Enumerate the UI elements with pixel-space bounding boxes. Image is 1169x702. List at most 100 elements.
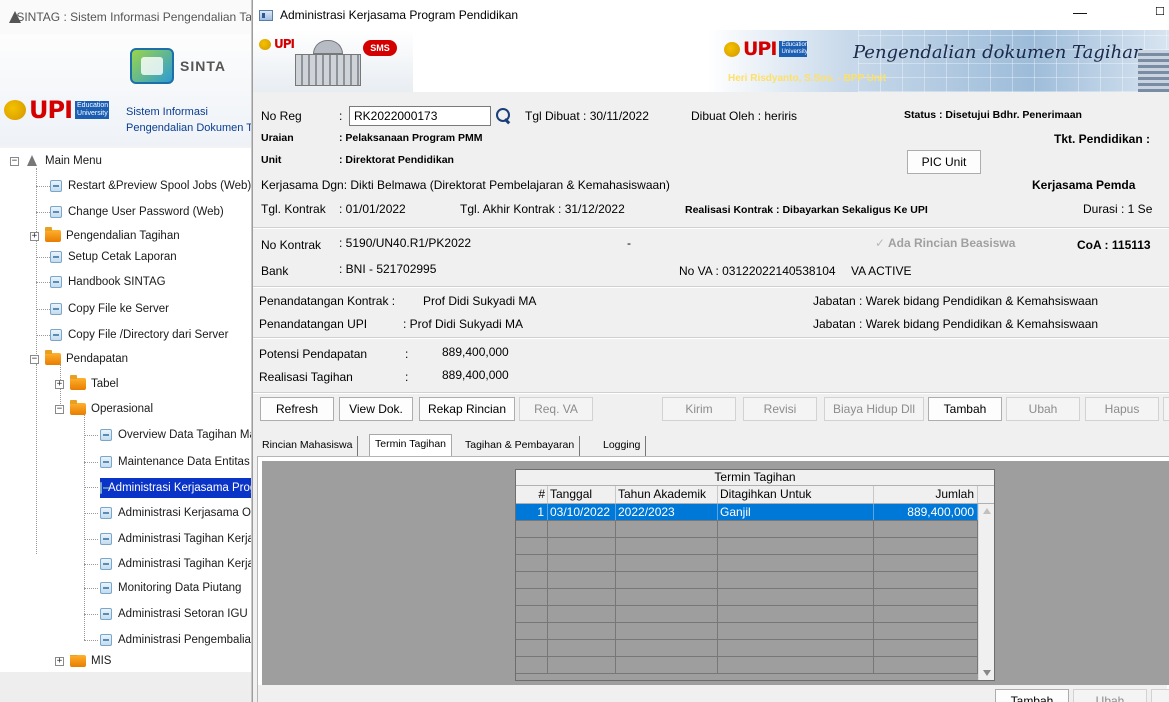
upi-logo-small: UPI [259,37,295,51]
scroll-down-icon[interactable] [983,670,991,676]
termin-grid[interactable]: Termin Tagihan # Tanggal Tahun Akademik … [515,469,995,681]
ada-rincian-checkbox[interactable]: ✓ Ada Rincian Beasiswa [875,236,1015,250]
tree-item-maintenance[interactable]: Maintenance Data Entitas Ke [100,453,251,471]
no-reg-label: No Reg [261,109,302,123]
tree-item-handbook[interactable]: Handbook SINTAG [50,273,166,291]
tree-item-pengembalian[interactable]: Administrasi Pengembalian F [100,631,252,649]
grid-scrollbar[interactable] [978,504,994,680]
expand-icon[interactable]: + [55,379,64,389]
col-header-tanggal[interactable]: Tanggal [548,486,616,503]
tree-folder-label: Operasional [91,403,154,415]
tree-item-label: Change User Password (Web) [68,206,224,218]
tree-item-label: Setup Cetak Laporan [68,251,177,263]
tab-tagihan-pembayaran[interactable]: Tagihan & Pembayaran [460,436,581,456]
refresh-button[interactable]: Refresh [260,397,334,421]
table-row[interactable] [516,657,978,674]
table-row[interactable] [516,589,978,606]
folder-icon [70,655,86,667]
summary-panel: Potensi Pendapatan : 889,400,000 Realisa… [253,339,1169,391]
table-row[interactable] [516,521,978,538]
grid-footer: Tambah Ubah [258,685,1169,702]
hapus-button[interactable]: Hapus [1085,397,1159,421]
table-row[interactable] [516,606,978,623]
tree-main-menu[interactable]: − Main Menu [10,152,102,170]
table-row[interactable]: 1 03/10/2022 2022/2023 Ganjil 889,400,000 [516,504,978,521]
col-header-ditagihkan[interactable]: Ditagihkan Untuk [718,486,874,503]
tree-item-change-password[interactable]: Change User Password (Web) [50,203,224,221]
table-row[interactable] [516,572,978,589]
col-header-tahun[interactable]: Tahun Akademik [616,486,718,503]
detail-tabs: Rincian Mahasiswa Termin Tagihan Tagihan… [253,430,1169,456]
tambah-button[interactable]: Tambah [928,397,1002,421]
pic-unit-button[interactable]: PIC Unit [907,150,981,174]
table-row[interactable] [516,640,978,657]
grid-ubah-button[interactable]: Ubah [1073,689,1147,702]
folder-icon [45,227,61,242]
tab-rincian-mahasiswa[interactable]: Rincian Mahasiswa [257,436,359,456]
tree-item-label: Administrasi Pengembalian F [118,634,252,646]
tree-item-adm-tagihan-kerjasama-2[interactable]: Administrasi Tagihan Kerjasa [100,555,251,573]
jabatan-kontrak: Jabatan : Warek bidang Pendidikan & Kema… [813,294,1099,308]
ubah-button[interactable]: Ubah [1006,397,1080,421]
grid-tambah-button[interactable]: Tambah [995,689,1069,702]
tree-folder-operasional[interactable]: − Operasional [55,400,153,418]
banner-title: Pengendalian dokumen Tagihan [853,42,1145,63]
tree-item-copy-dir[interactable]: Copy File /Directory dari Server [50,326,228,344]
form-icon [50,180,62,192]
collapse-icon[interactable]: − [10,156,19,166]
upi-logo-banner: UPI Education University [724,38,808,60]
unit-value: : Direktorat Pendidikan [339,154,454,166]
table-cell [874,538,978,554]
scroll-up-icon[interactable] [983,508,991,514]
extra-button[interactable] [1163,397,1169,421]
req-va-button[interactable]: Req. VA [519,397,593,421]
tree-item-overview[interactable]: Overview Data Tagihan Maha [100,426,251,444]
tree-folder-tabel[interactable]: + Tabel [55,375,119,393]
tab-termin-tagihan[interactable]: Termin Tagihan [369,434,453,456]
app-banner: UPI SMS UPI Education University Pengend… [253,30,1169,92]
table-cell [718,572,874,588]
kirim-button[interactable]: Kirim [662,397,736,421]
tree-folder-pendapatan[interactable]: − Pendapatan [30,350,128,368]
tree-folder-pengendalian[interactable]: + Pengendalian Tagihan [30,227,180,245]
form-icon [100,533,112,545]
upi-logo-subtext: Education University [75,101,110,119]
no-reg-colon: : [339,109,343,123]
search-icon[interactable] [495,107,513,125]
rekap-rincian-button[interactable]: Rekap Rincian [419,397,515,421]
tree-item-copy-file[interactable]: Copy File ke Server [50,300,169,318]
tree-item-setup[interactable]: Setup Cetak Laporan [50,248,177,266]
tab-logging[interactable]: Logging [598,436,647,456]
no-reg-field[interactable]: RK2022000173 [349,106,491,126]
biaya-hidup-button[interactable]: Biaya Hidup Dll [824,397,924,421]
table-row[interactable] [516,623,978,640]
maximize-button[interactable]: ☐ [1155,5,1167,18]
tree-item-adm-kerjasama-program[interactable]: Administrasi Kerjasama Prog [100,478,251,498]
collapse-icon[interactable]: − [55,404,64,414]
expand-icon[interactable]: + [55,656,64,666]
table-cell [874,640,978,656]
collapse-icon[interactable]: − [30,354,39,364]
table-cell [548,606,616,622]
view-dok-button[interactable]: View Dok. [339,397,413,421]
table-row[interactable] [516,538,978,555]
col-header-no[interactable]: # [516,486,548,503]
expand-icon[interactable]: + [30,231,39,241]
table-cell [548,538,616,554]
revisi-button[interactable]: Revisi [743,397,817,421]
col-header-jumlah[interactable]: Jumlah [874,486,978,503]
adm-kerjasama-window: Administrasi Kerjasama Program Pendidika… [252,0,1169,702]
tree-item-setoran-igu[interactable]: Administrasi Setoran IGU - P [100,605,251,623]
realisasi-colon: : [405,370,409,384]
tree-item-adm-kerjasama-ope[interactable]: Administrasi Kerjasama Ope [100,504,251,522]
tree-item-adm-tagihan-kerjasama-1[interactable]: Administrasi Tagihan Kerjasa [100,530,251,548]
form-icon [50,276,62,288]
uraian-label: Uraian [261,132,294,144]
tree-item-label: Maintenance Data Entitas Ke [118,456,251,468]
tree-item-restart[interactable]: Restart &Preview Spool Jobs (Web) [50,177,251,195]
grid-extra-button[interactable] [1151,689,1169,702]
tree-folder-mis[interactable]: + MIS [55,655,111,667]
table-row[interactable] [516,555,978,572]
tree-item-monitoring-piutang[interactable]: Monitoring Data Piutang [100,579,241,597]
minimize-button[interactable]: — [1065,4,1095,24]
